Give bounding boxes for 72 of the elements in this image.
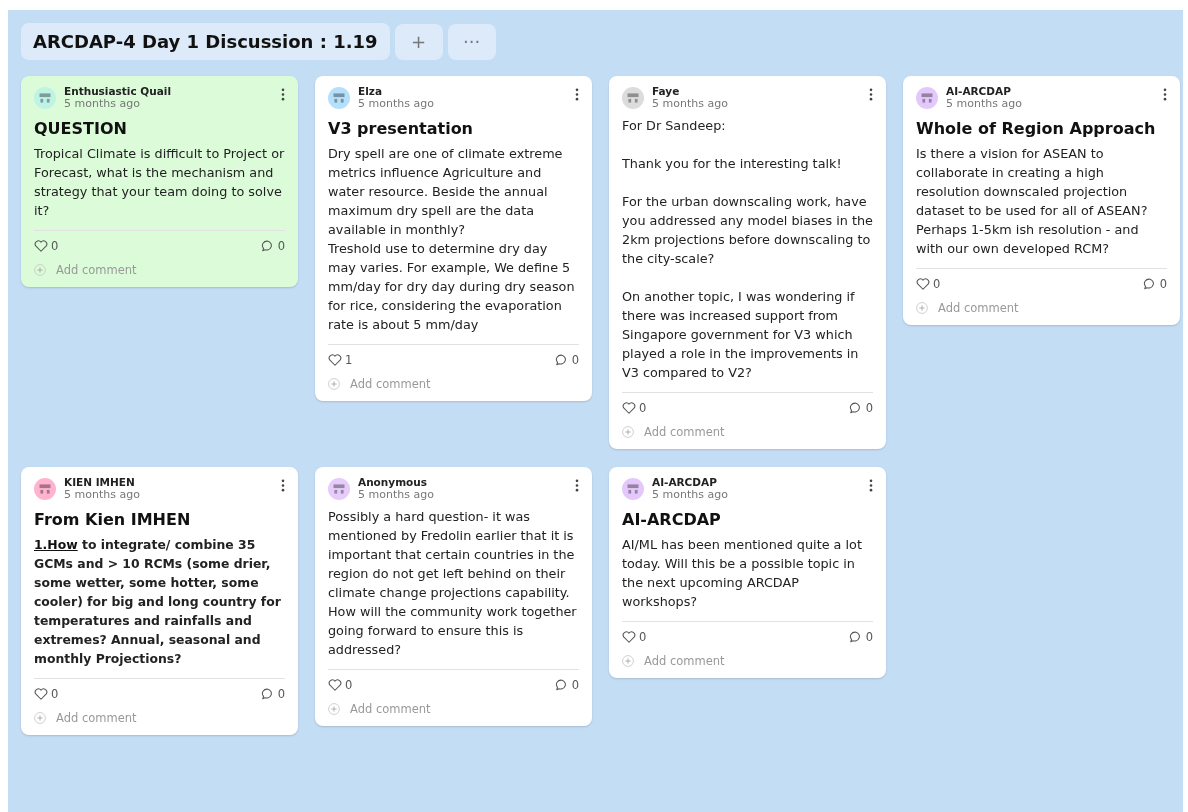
post-time: 5 months ago — [652, 488, 729, 501]
post-body: Possibly a hard question- it was mentioned by Fredolin earlier that it is important that certain countries in the region do not get left behind on their climate change projections capability. How will the community work together going forward to ensure this is addressed? — [328, 508, 578, 659]
add-comment-link[interactable]: Add comment — [644, 425, 725, 439]
comment-icon[interactable] — [848, 401, 863, 415]
post-title: AI-ARCDAP — [622, 510, 722, 529]
comment-icon[interactable] — [260, 239, 275, 253]
post-time: 5 months ago — [64, 488, 141, 501]
add-tab-button[interactable]: + — [394, 23, 443, 60]
author-name: AI-ARCDAP — [946, 85, 1012, 97]
board-title: ARCDAP-4 Day 1 Discussion : 1.19 — [21, 23, 390, 60]
post-title: V3 presentation — [328, 119, 474, 138]
like-count: 0 — [639, 630, 647, 644]
like-count: 0 — [345, 678, 353, 692]
comment-count: 0 — [865, 401, 873, 415]
post-time: 5 months ago — [358, 97, 435, 110]
like-count: 0 — [933, 277, 941, 291]
heart-icon[interactable] — [34, 239, 48, 253]
comment-icon[interactable] — [260, 687, 275, 701]
add-comment-link[interactable]: Add comment — [350, 377, 431, 391]
post-title: Whole of Region Approach — [916, 119, 1157, 138]
post-body: Is there a vision for ASEAN to collaborate in creating a high resolution downscaled projection dataset to be used for all of ASEAN? Perhaps 1-5km ish resolution - and with our own developed RCM? — [916, 145, 1149, 258]
post-title: From Kien IMHEN — [34, 510, 192, 529]
comment-count: 0 — [865, 630, 873, 644]
comment-icon[interactable] — [1142, 277, 1157, 291]
heart-icon[interactable] — [622, 630, 636, 644]
add-comment-link[interactable]: Add comment — [56, 711, 137, 725]
like-count: 0 — [51, 687, 59, 701]
more-options-icon[interactable] — [281, 479, 285, 492]
like-count: 1 — [345, 353, 353, 367]
comment-icon[interactable] — [554, 353, 569, 367]
author-name: Anonymous — [358, 476, 428, 488]
post-title: QUESTION — [34, 119, 128, 138]
post-time: 5 months ago — [64, 97, 141, 110]
add-comment-link[interactable]: Add comment — [938, 301, 1019, 315]
comment-icon[interactable] — [554, 678, 569, 692]
heart-icon[interactable] — [622, 401, 636, 415]
add-comment-link[interactable]: Add comment — [644, 654, 725, 668]
heart-icon[interactable] — [328, 678, 342, 692]
more-options-icon[interactable] — [575, 88, 579, 101]
like-count: 0 — [639, 401, 647, 415]
heart-icon[interactable] — [34, 687, 48, 701]
more-options-icon[interactable] — [869, 88, 873, 101]
post-time: 5 months ago — [358, 488, 435, 501]
like-count: 0 — [51, 239, 59, 253]
more-tab-button[interactable]: ··· — [447, 23, 496, 60]
heart-icon[interactable] — [328, 353, 342, 367]
heart-icon[interactable] — [916, 277, 930, 291]
comment-count: 0 — [571, 353, 579, 367]
add-comment-link[interactable]: Add comment — [350, 702, 431, 716]
author-name: Elza — [358, 85, 383, 97]
comment-count: 0 — [1159, 277, 1167, 291]
author-name: Enthusiastic Quail — [64, 85, 172, 97]
comment-count: 0 — [571, 678, 579, 692]
author-name: Faye — [652, 85, 681, 97]
author-name: KIEN IMHEN — [64, 476, 136, 488]
more-options-icon[interactable] — [1163, 88, 1167, 101]
post-body: Dry spell are one of climate extreme metrics influence Agriculture and water resource. Beside the annual maximum dry spell are the data available in monthly? Treshold use to determine dry day may varies. For example, We define 5 mm/day for dry day during dry season for rice, considering the evaporation rate is about 5 mm/day — [328, 145, 576, 334]
comment-icon[interactable] — [848, 630, 863, 644]
more-options-icon[interactable] — [869, 479, 873, 492]
post-body: For Dr Sandeep: Thank you for the interesting talk! For the urban downscaling work, have you addressed any model biases in the 2km projections before downscaling to the city-scale? On another topic, I was wondering if there was increased support from Singapore government for V3 which played a role in the improvements in V3 compared to V2? — [622, 117, 873, 382]
comment-count: 0 — [277, 239, 285, 253]
post-body: AI/ML has been mentioned quite a lot today. Will this be a possible topic in the next upcoming ARCDAP workshops? — [622, 536, 863, 611]
post-time: 5 months ago — [652, 97, 729, 110]
comment-count: 0 — [277, 687, 285, 701]
post-time: 5 months ago — [946, 97, 1023, 110]
author-name: AI-ARCDAP — [652, 476, 718, 488]
add-comment-link[interactable]: Add comment — [56, 263, 137, 277]
post-link[interactable]: 1.How — [34, 537, 78, 552]
more-options-icon[interactable] — [281, 88, 285, 101]
post-body: Tropical Climate is difficult to Project or Forecast, what is the mechanism and strategy that your team doing to solve it? — [34, 145, 285, 220]
post-body: 1.How to integrate/ combine 35 GCMs and > 10 RCMs (some drier, some wetter, some hotter, some cooler) for big and long country for temperatures and rainfalls and extremes? Annual, seasonal and monthly Projections? — [34, 536, 282, 668]
more-options-icon[interactable] — [575, 479, 579, 492]
